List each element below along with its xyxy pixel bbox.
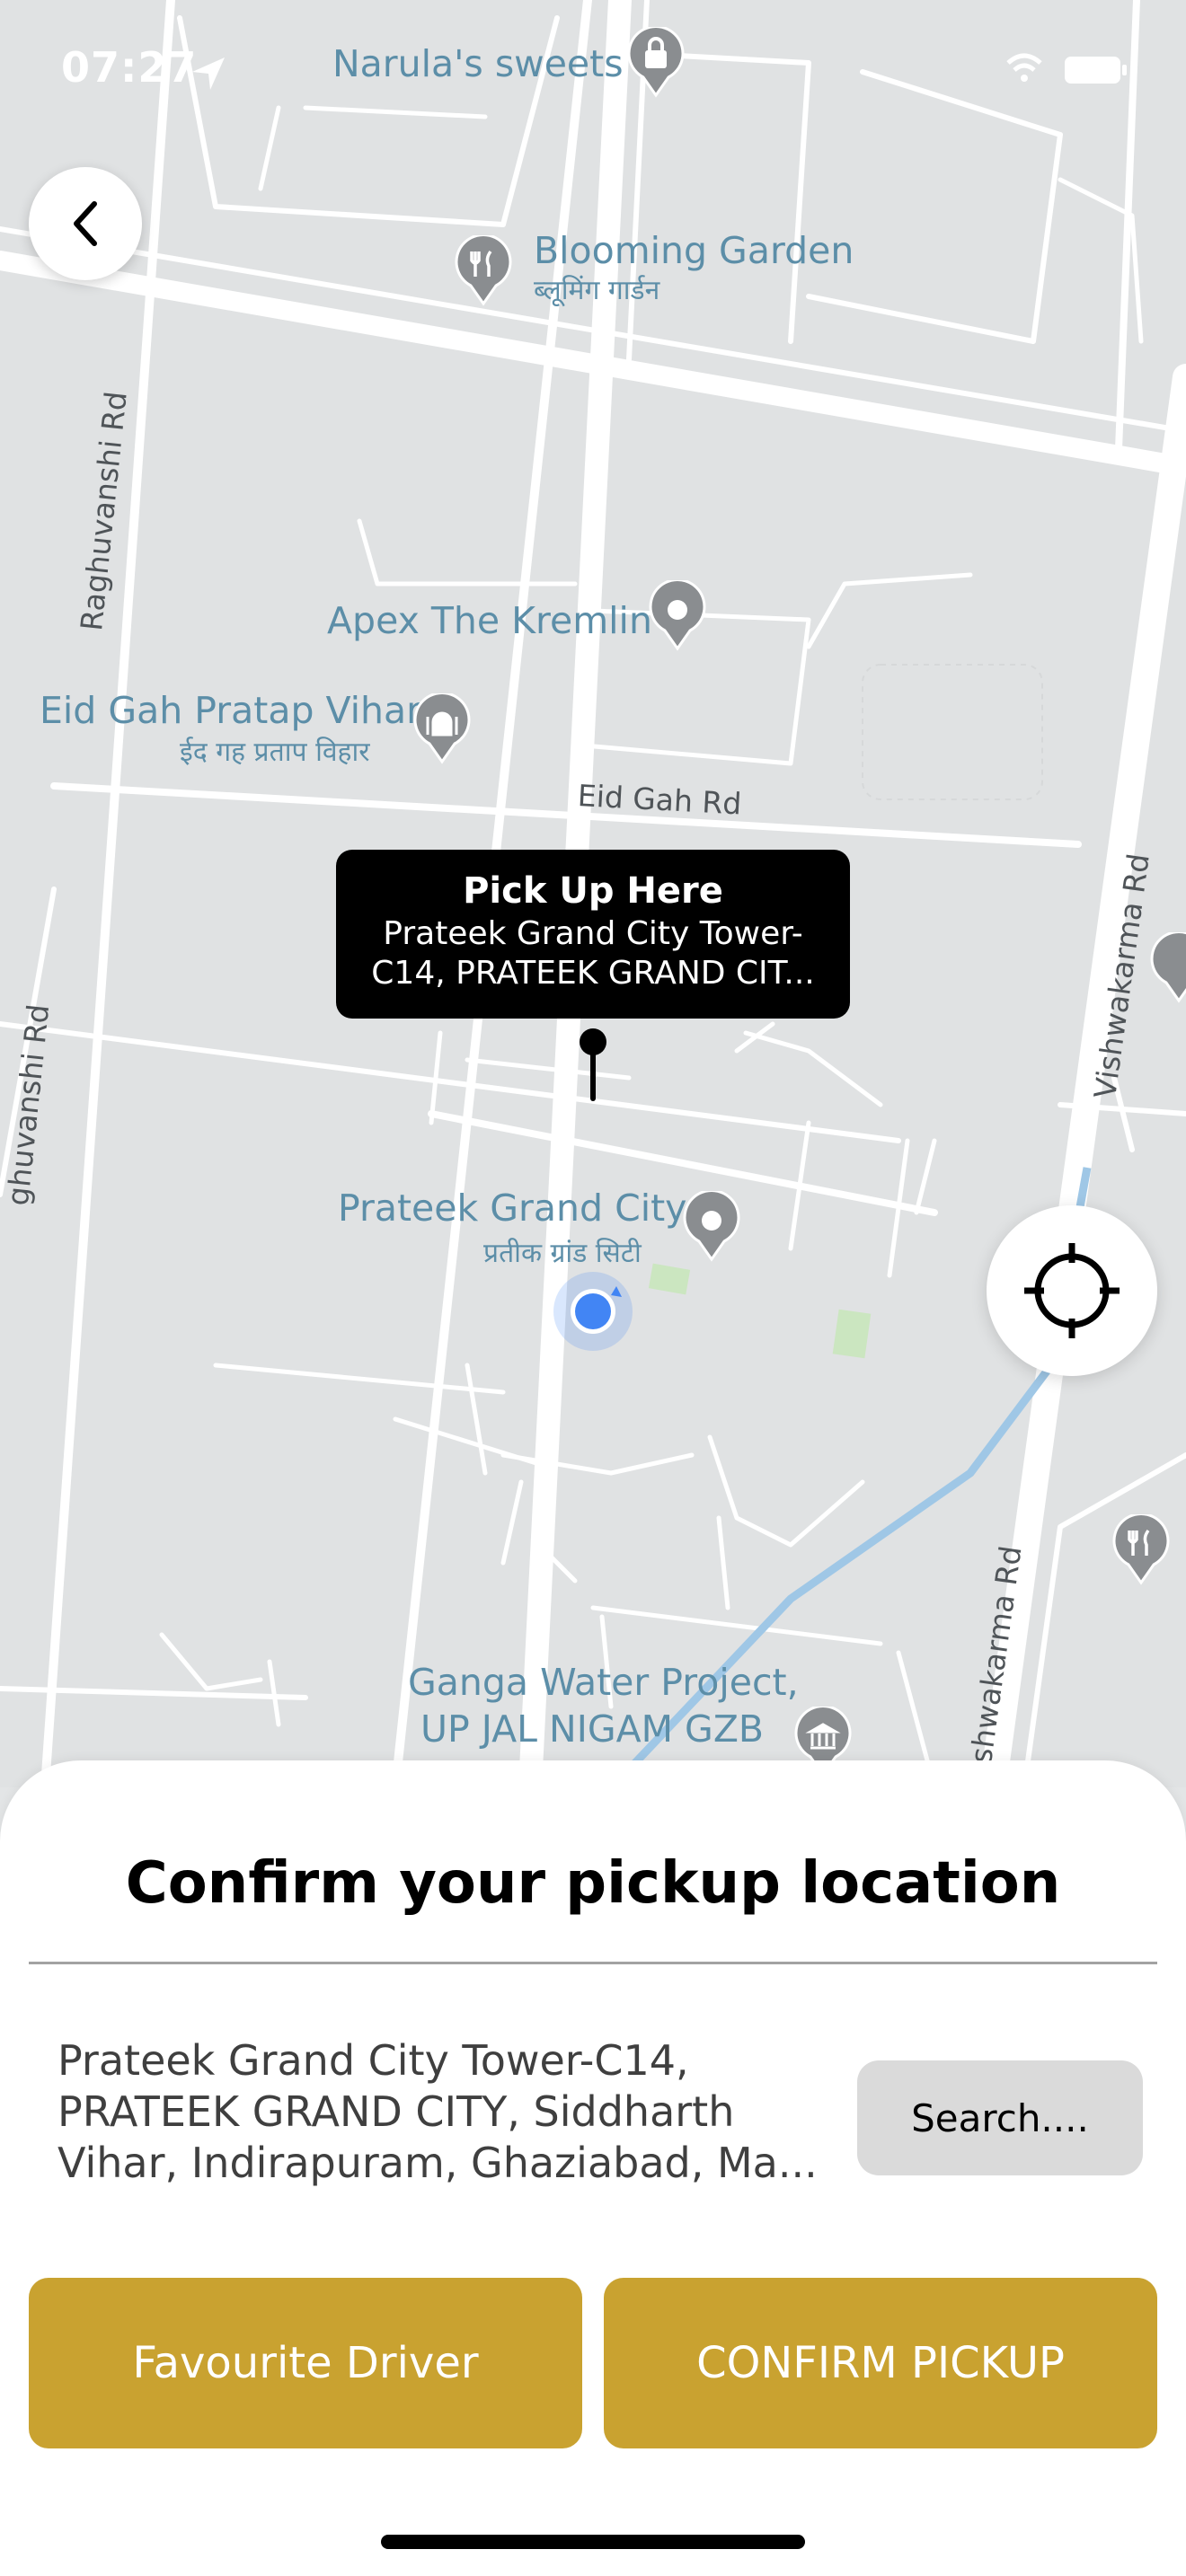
place-icon[interactable] [647, 580, 708, 652]
poi-prateek-grand-city[interactable]: Prateek Grand City [338, 1187, 686, 1229]
back-button[interactable] [29, 167, 142, 280]
lock-bag-icon[interactable] [625, 27, 686, 99]
poi-ganga-water-project-sub: UP JAL NIGAM GZB [420, 1707, 765, 1751]
place-icon[interactable] [1148, 932, 1186, 1004]
battery-icon [1065, 57, 1127, 84]
crosshair-icon [1024, 1243, 1120, 1338]
poi-apex-the-kremlin[interactable]: Apex The Kremlin [327, 600, 652, 641]
restaurant-icon[interactable] [1111, 1514, 1172, 1586]
poi-narulas-sweets[interactable]: Narula's sweets [332, 43, 624, 84]
favourite-driver-button[interactable]: Favourite Driver [29, 2278, 582, 2448]
pickup-tooltip[interactable]: Pick Up Here Prateek Grand City Tower-C1… [336, 850, 850, 1019]
search-button[interactable]: Search.... [857, 2060, 1143, 2175]
sheet-title: Confirm your pickup location [125, 1850, 1061, 1917]
location-arrow-icon [192, 57, 225, 90]
chevron-left-icon [74, 201, 97, 246]
divider [29, 1962, 1157, 1964]
confirm-pickup-button[interactable]: CONFIRM PICKUP [604, 2278, 1157, 2448]
user-location-dot-icon [553, 1272, 633, 1351]
poi-eid-gah-sub: ईद गह प्रताप विहार [180, 737, 370, 768]
wifi-icon [1006, 53, 1042, 82]
poi-blooming-garden-sub: ब्लूमिंग गार्डन [534, 275, 660, 306]
status-time: 07:27 [61, 43, 198, 92]
map-view[interactable]: 07:27 Narula's sweets Blooming Garden ब्… [0, 0, 1186, 1787]
mosque-icon[interactable] [412, 693, 473, 765]
my-location-button[interactable] [987, 1205, 1157, 1376]
pickup-tooltip-address: Prateek Grand City Tower-C14, PRATEEK GR… [371, 915, 815, 992]
pickup-tooltip-title: Pick Up Here [463, 870, 723, 912]
home-indicator[interactable] [381, 2535, 805, 2549]
poi-ganga-water-project[interactable]: Ganga Water Project, [408, 1662, 799, 1703]
pickup-pin-icon[interactable] [577, 1026, 609, 1103]
bottom-sheet: Confirm your pickup location Prateek Gra… [0, 1760, 1186, 2576]
poi-prateek-grand-city-sub: प्रतीक ग्रांड सिटी [483, 1238, 642, 1269]
pickup-address: Prateek Grand City Tower-C14, PRATEEK GR… [58, 2036, 818, 2187]
poi-eid-gah-pratap-vihar[interactable]: Eid Gah Pratap Vihar [40, 690, 421, 731]
place-icon[interactable] [681, 1191, 742, 1263]
poi-blooming-garden[interactable]: Blooming Garden [534, 230, 854, 271]
restaurant-icon[interactable] [453, 235, 514, 307]
